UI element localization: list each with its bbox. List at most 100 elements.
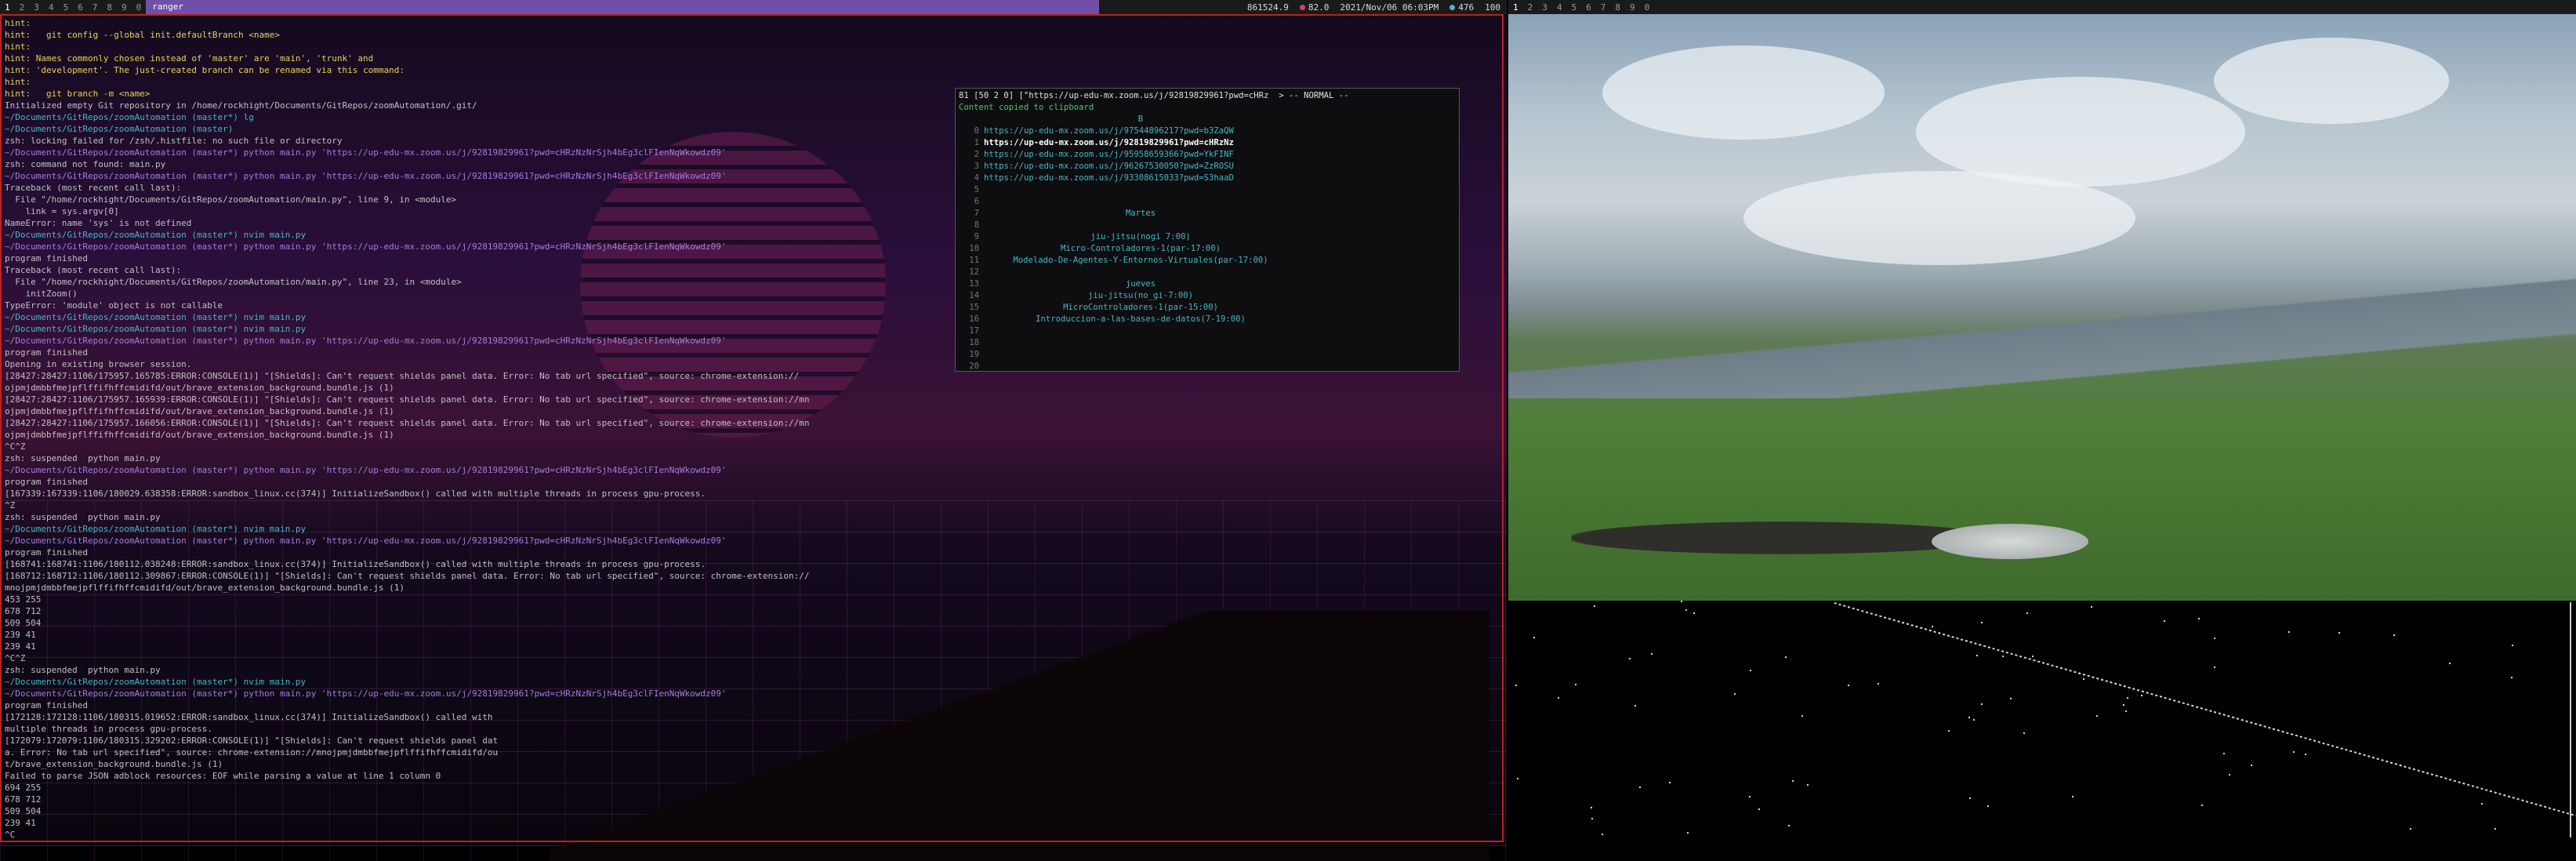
right-workspace-0[interactable]: 0 [1640, 2, 1655, 13]
editor-schedule-text: Introduccion-a-las-bases-de-datos(7-19:0… [1036, 314, 1246, 324]
terminal-line: multiple threads in process gpu-process. [5, 724, 212, 734]
editor-line: 6 [959, 196, 1456, 208]
star [2198, 618, 2200, 619]
editor-line: 9 jiu-jitsu(nogi 7:00) [959, 231, 1456, 243]
star [1878, 683, 1879, 685]
cpu-icon [1299, 4, 1305, 10]
editor-line: 11 Modelado-De-Agentes-Y-Entornos-Virtual… [959, 255, 1456, 267]
star [1792, 780, 1794, 782]
star [2305, 754, 2306, 755]
terminal-line: ^C^Z [5, 653, 26, 663]
left-workspace-2[interactable]: 2 [15, 2, 30, 13]
star-field [1508, 601, 2576, 847]
star [1681, 601, 1682, 602]
right-workspace-5[interactable]: 5 [1567, 2, 1582, 13]
left-workspace-5[interactable]: 5 [59, 2, 74, 13]
terminal-line: ^Z [5, 500, 16, 510]
star [2410, 828, 2411, 830]
star [1634, 705, 1636, 707]
terminal-line: ~/Documents/GitRepos/zoomAutomation (mas… [5, 465, 727, 475]
line-number: 5 [974, 185, 979, 194]
star [1687, 832, 1689, 834]
star [1987, 805, 1989, 807]
editor-line: 13 jueves [959, 278, 1456, 290]
pond [1932, 524, 2088, 559]
editor-schedule-text: jiu-jitsu(nogi 7:00) [1090, 232, 1191, 242]
terminal-line: 509 504 [5, 618, 42, 628]
right-workspace-7[interactable]: 7 [1596, 2, 1611, 13]
star [1749, 796, 1751, 797]
terminal-line: 453 255 [5, 594, 42, 605]
window-edge [2570, 602, 2571, 837]
star [1639, 787, 1641, 788]
star [2023, 732, 2025, 734]
terminal-line: [168712:168712:1106/180112.309867:ERROR:… [5, 571, 810, 581]
star [1981, 703, 1983, 705]
terminal-line: mnojpmjdmbbfmejpflffifhffcmidifd/out/bra… [5, 583, 405, 593]
star [2229, 774, 2230, 776]
right-workspace-1[interactable]: 1 [1508, 2, 1523, 13]
right-workspace-6[interactable]: 6 [1581, 2, 1596, 13]
right-workspace-3[interactable]: 3 [1537, 2, 1552, 13]
star [1591, 807, 1592, 808]
right-workspace-2[interactable]: 2 [1523, 2, 1538, 13]
star [1976, 655, 1978, 656]
left-workspace-6[interactable]: 6 [73, 2, 88, 13]
star [1591, 818, 1593, 819]
line-number: 6 [974, 197, 979, 206]
editor-line: 20 [959, 361, 1456, 371]
terminal-line: t/brave_extension_background.bundle.js (… [5, 759, 223, 769]
editor-line: 0 https://up-edu-mx.zoom.us/j/97544896217… [959, 125, 1456, 137]
right-workspace-9[interactable]: 9 [1625, 2, 1640, 13]
package-icon [1449, 4, 1456, 10]
left-workspace-3[interactable]: 3 [29, 2, 44, 13]
terminal-line: ojpmjdmbbfmejpflffifhffcmidifd/out/brave… [5, 383, 394, 393]
star [1750, 670, 1751, 671]
star [2002, 656, 2004, 657]
terminal-line: 694 255 [5, 783, 42, 793]
editor-line: B [959, 114, 1456, 125]
left-workspace-9[interactable]: 9 [117, 2, 132, 13]
editor-line: 8 [959, 220, 1456, 231]
star [2293, 751, 2295, 753]
editor-line: 4 https://up-edu-mx.zoom.us/j/93308615033… [959, 173, 1456, 184]
star [1515, 685, 1517, 686]
left-workspace-7[interactable]: 7 [88, 2, 103, 13]
editor-line: 17 [959, 325, 1456, 337]
editor-line: 7 Martes [959, 208, 1456, 220]
terminal-line: program finished [5, 547, 88, 558]
mountain-ridge [1508, 273, 2576, 398]
right-workspace-8[interactable]: 8 [1610, 2, 1625, 13]
star [2032, 656, 2034, 657]
status-clock: 2021/Nov/06 06:03PM [1340, 2, 1439, 13]
cloud [1602, 45, 1885, 140]
terminal-line: hint: Names commonly chosen instead of '… [5, 53, 374, 64]
floating-editor[interactable]: 81 [50 2 0] ["https://up-edu-mx.zoom.us/… [955, 88, 1460, 372]
star [2125, 710, 2127, 712]
left-workspace-0[interactable]: 0 [132, 2, 147, 13]
rocks [1571, 500, 2277, 563]
star [1968, 717, 1970, 718]
terminal-line: ~/Documents/GitRepos/zoomAutomation (mas… [5, 688, 727, 699]
line-number: 2 [974, 150, 979, 159]
top-bar-left: 1234567890 ranger 861524.9 82.0 2021/Nov… [0, 0, 1507, 14]
cloud [1743, 171, 2135, 265]
terminal-line: [172128:172128:1106/180315.019652:ERROR:… [5, 712, 493, 722]
editor-url: https://up-edu-mx.zoom.us/j/95958659366?… [984, 150, 1234, 159]
left-workspace-1[interactable]: 1 [0, 2, 15, 13]
star [2127, 697, 2128, 699]
line-number: 16 [969, 314, 979, 324]
star [1948, 730, 1950, 732]
star [2164, 620, 2165, 622]
star [1558, 697, 1559, 699]
editor-schedule-text: jueves [1125, 279, 1156, 289]
star [1785, 656, 1787, 658]
editor-line: 1 https://up-edu-mx.zoom.us/j/92819829961… [959, 137, 1456, 149]
status-updates: 476 [1449, 2, 1474, 13]
left-workspace-4[interactable]: 4 [44, 2, 59, 13]
editor-line: 19 [959, 349, 1456, 361]
star [1693, 612, 1695, 614]
right-workspace-4[interactable]: 4 [1552, 2, 1567, 13]
terminal-line: 678 712 [5, 606, 42, 616]
left-workspace-8[interactable]: 8 [102, 2, 117, 13]
